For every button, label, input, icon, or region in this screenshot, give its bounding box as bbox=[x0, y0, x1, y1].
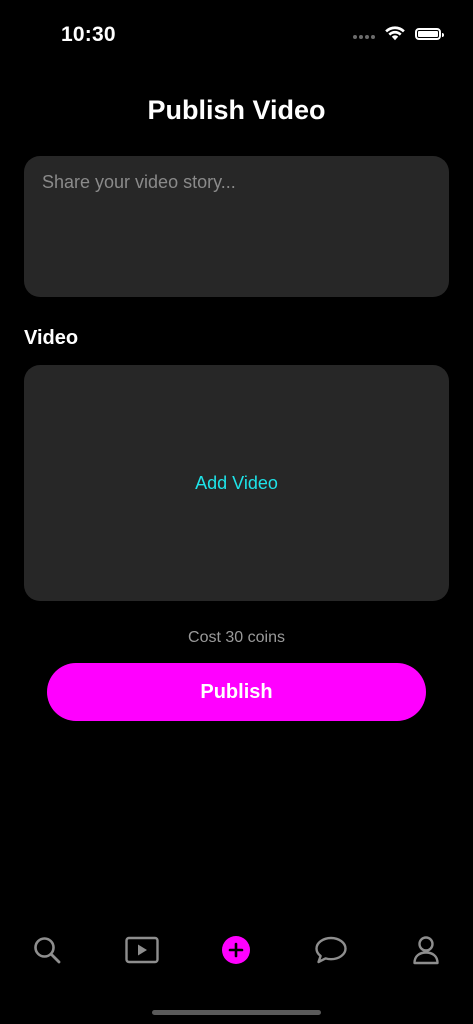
page-title: Publish Video bbox=[147, 95, 326, 125]
tab-messages[interactable] bbox=[301, 920, 361, 980]
tab-profile[interactable] bbox=[396, 920, 456, 980]
profile-icon bbox=[412, 936, 439, 965]
wifi-icon bbox=[385, 26, 405, 41]
tab-publish[interactable] bbox=[206, 920, 266, 980]
signal-dots-icon bbox=[353, 34, 375, 39]
add-video-link[interactable]: Add Video bbox=[195, 473, 278, 494]
home-indicator bbox=[152, 1010, 321, 1015]
status-icons bbox=[353, 26, 444, 41]
publish-button[interactable]: Publish bbox=[47, 663, 426, 721]
tab-videos[interactable] bbox=[112, 920, 172, 980]
story-input-box[interactable] bbox=[24, 156, 449, 297]
story-input[interactable] bbox=[42, 172, 431, 281]
tab-bar bbox=[0, 920, 473, 980]
battery-icon bbox=[415, 27, 444, 40]
play-video-icon bbox=[125, 936, 159, 964]
add-video-area[interactable]: Add Video bbox=[24, 365, 449, 601]
tab-search[interactable] bbox=[17, 920, 77, 980]
search-icon bbox=[34, 937, 61, 964]
plus-circle-icon bbox=[222, 936, 251, 964]
chat-bubble-icon bbox=[315, 936, 347, 964]
cost-label: Cost 30 coins bbox=[188, 629, 285, 646]
status-bar: 10:30 bbox=[0, 0, 473, 60]
status-time: 10:30 bbox=[61, 23, 116, 46]
video-section-label: Video bbox=[24, 327, 79, 349]
